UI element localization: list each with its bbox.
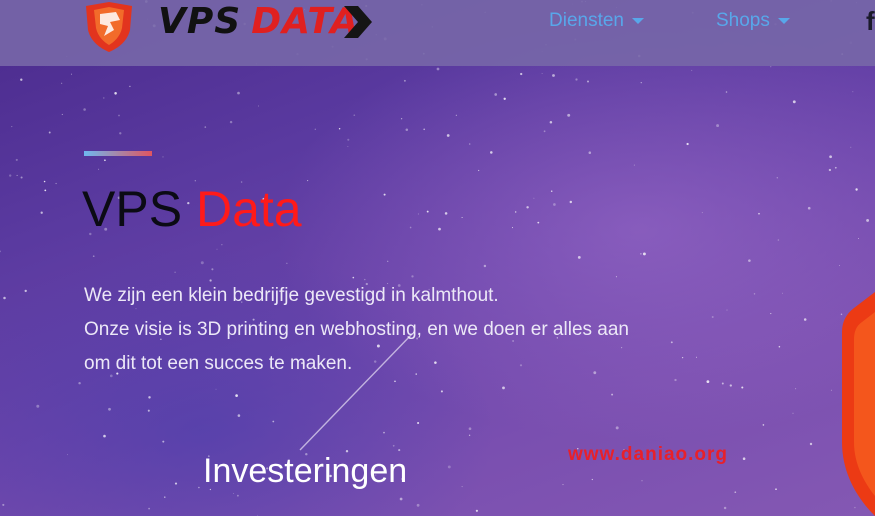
nav-item-label: Shops [716,10,770,31]
site-header: VPS DATA Diensten Shops f [0,0,875,66]
nav-item-shops[interactable]: Shops [716,8,790,34]
hero-title-part1: VPS [82,181,183,237]
chevron-down-icon [777,17,790,24]
nav-item-label: Diensten [549,10,624,31]
section-heading-investeringen: Investeringen [203,452,408,490]
hero-description-line: Onze visie is 3D printing en webhosting,… [84,319,629,340]
logo-arrow-icon [344,6,372,38]
hero-title: VPS Data [82,176,302,242]
title-accent-bar [84,151,152,156]
hero-description: We zijn een klein bedrijfje gevestigd in… [84,279,784,381]
shield-graphic-edge [842,292,875,516]
hero-description-line: om dit tot een succes te maken. [84,353,353,374]
chevron-down-icon [632,17,644,24]
facebook-icon[interactable]: f [866,8,875,34]
hero-description-line: We zijn een klein bedrijfje gevestigd in… [84,285,499,306]
logo-word-vps: VPS [158,1,242,42]
nav-item-diensten[interactable]: Diensten [549,8,644,34]
starfield-background [0,0,870,516]
logo-shield-icon[interactable] [82,0,136,52]
logo-wordmark[interactable]: VPS DATA [158,2,359,42]
watermark-text: www.daniao.org [568,444,729,465]
hero-title-part2: Data [195,181,302,237]
